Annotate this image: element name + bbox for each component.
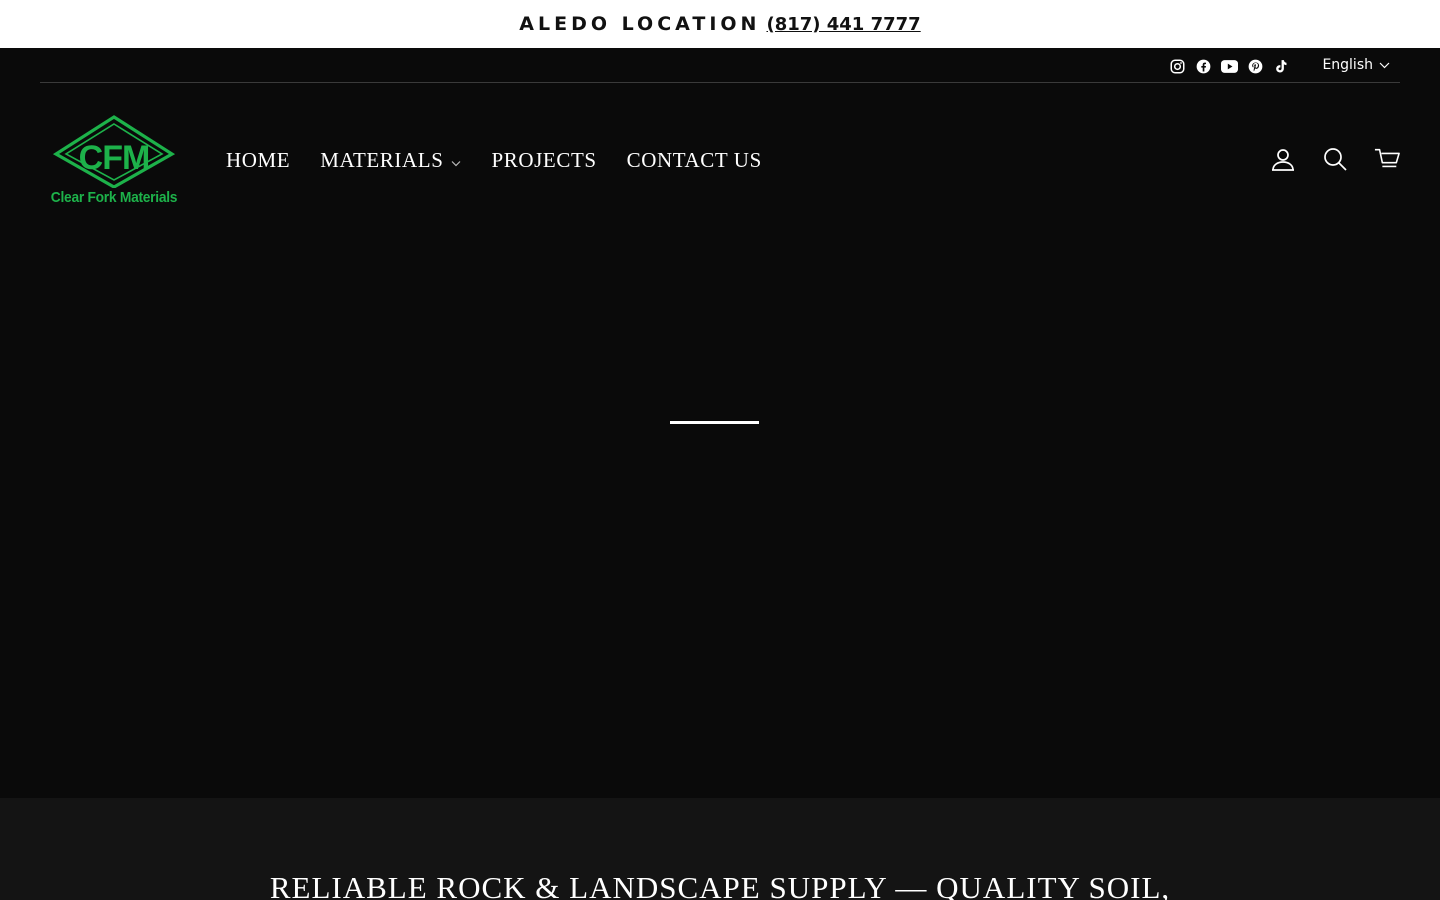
site-header: English CFM Clear Fork Materials HOME MA… bbox=[0, 48, 1440, 234]
logo-mark-icon: CFM bbox=[52, 115, 176, 189]
nav-materials-label: MATERIALS bbox=[320, 148, 444, 172]
hero-section bbox=[0, 234, 1440, 798]
social-links bbox=[1168, 57, 1290, 75]
logo-monogram: CFM bbox=[79, 139, 150, 177]
search-icon[interactable] bbox=[1322, 146, 1348, 172]
main-nav: HOME MATERIALS PROJECTS CONTACT US bbox=[226, 148, 792, 173]
pinterest-icon[interactable] bbox=[1246, 57, 1264, 75]
intro-heading: RELIABLE ROCK & LANDSCAPE SUPPLY — QUALI… bbox=[269, 870, 1171, 900]
nav-home-label: HOME bbox=[226, 148, 291, 172]
logo-name: Clear Fork Materials bbox=[50, 189, 178, 206]
account-icon[interactable] bbox=[1270, 146, 1296, 172]
language-selector[interactable]: English bbox=[1322, 57, 1390, 73]
cart-icon[interactable] bbox=[1374, 146, 1400, 172]
nav-materials[interactable]: MATERIALS bbox=[320, 148, 461, 173]
tiktok-icon[interactable] bbox=[1272, 57, 1290, 75]
utility-bar: English bbox=[40, 48, 1400, 83]
chevron-down-icon bbox=[1379, 57, 1390, 73]
language-label: English bbox=[1322, 57, 1373, 73]
instagram-icon[interactable] bbox=[1168, 57, 1186, 75]
facebook-icon[interactable] bbox=[1194, 57, 1212, 75]
loading-indicator bbox=[670, 421, 759, 424]
announcement-label: ALEDO LOCATION bbox=[519, 13, 761, 35]
youtube-icon[interactable] bbox=[1220, 57, 1238, 75]
nav-contact-label: CONTACT US bbox=[626, 148, 762, 172]
site-logo[interactable]: CFM Clear Fork Materials bbox=[40, 114, 188, 208]
chevron-down-icon bbox=[451, 148, 461, 173]
nav-projects-label: PROJECTS bbox=[491, 148, 597, 172]
nav-projects[interactable]: PROJECTS bbox=[491, 148, 596, 173]
nav-contact[interactable]: CONTACT US bbox=[627, 148, 762, 173]
announcement-bar: ALEDO LOCATION (817) 441 7777 bbox=[0, 0, 1440, 48]
header-tools bbox=[1270, 146, 1400, 172]
intro-section: RELIABLE ROCK & LANDSCAPE SUPPLY — QUALI… bbox=[0, 798, 1440, 900]
phone-link[interactable]: (817) 441 7777 bbox=[766, 14, 920, 35]
nav-home[interactable]: HOME bbox=[226, 148, 290, 173]
